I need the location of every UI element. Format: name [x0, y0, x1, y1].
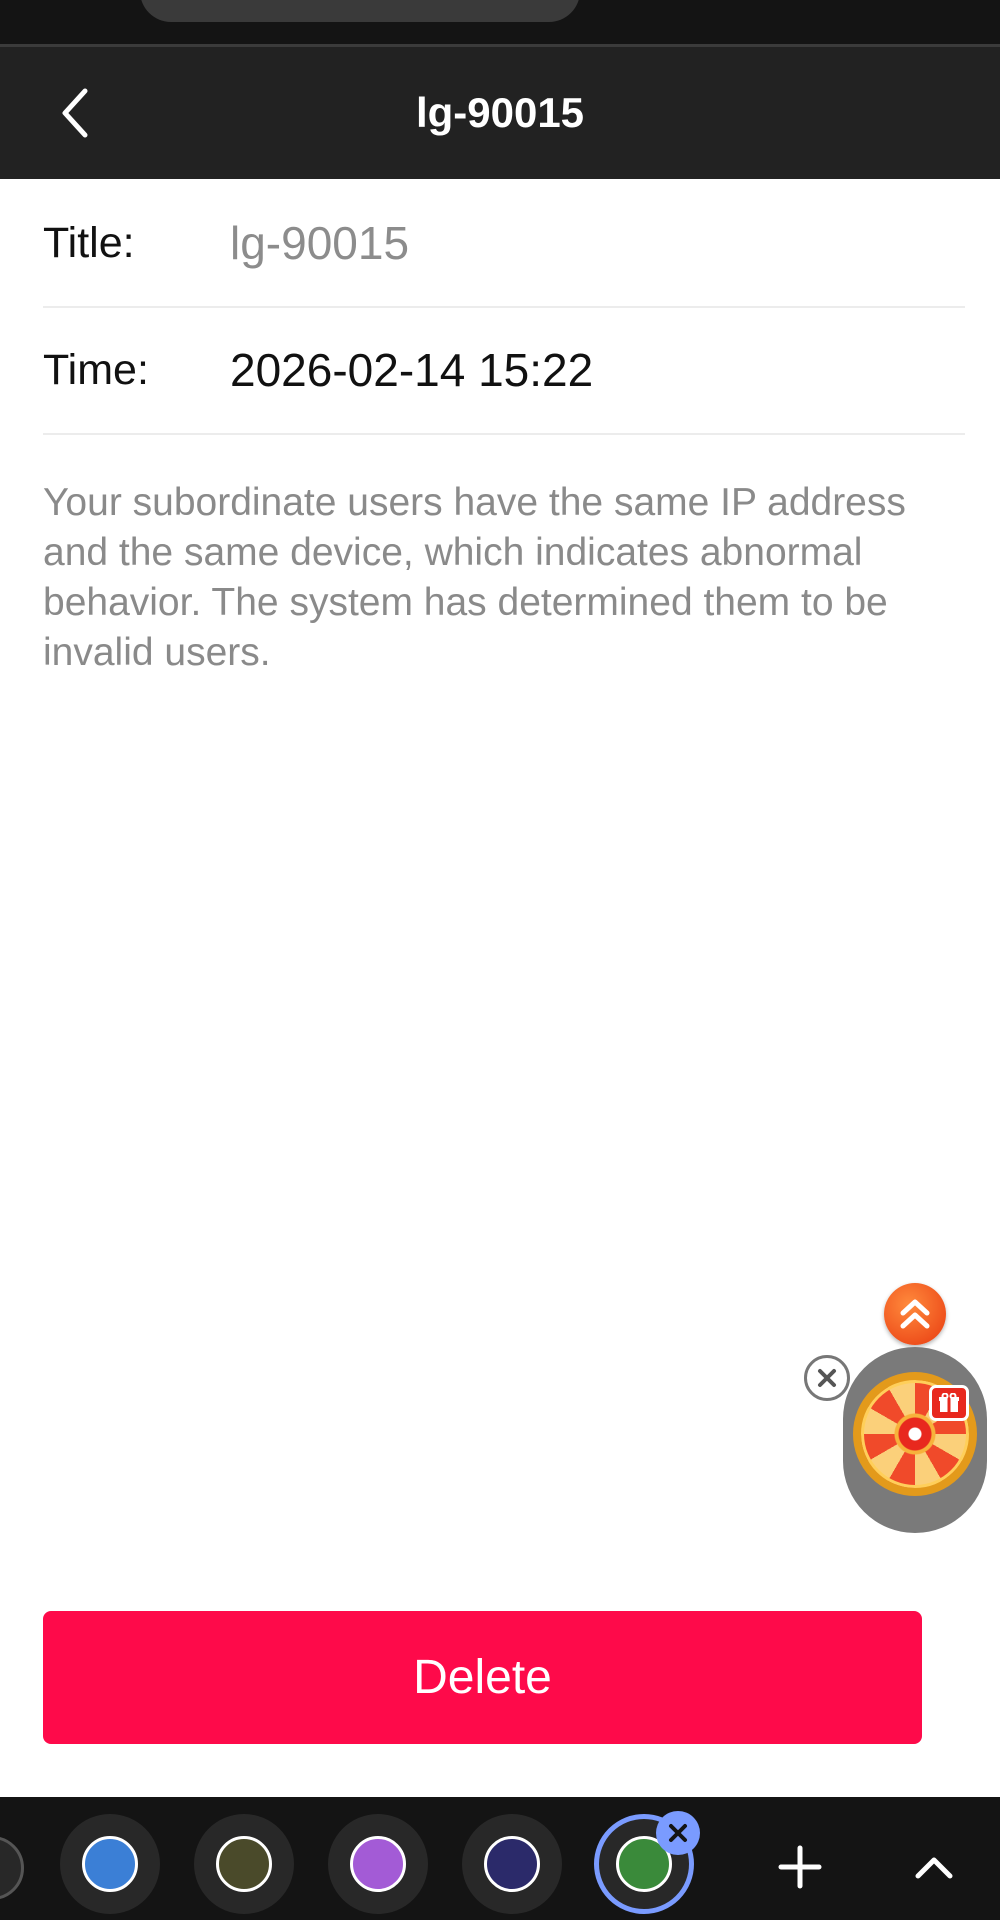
close-icon	[669, 1824, 687, 1842]
close-icon	[818, 1369, 836, 1387]
gift-icon	[929, 1385, 969, 1421]
status-bar	[0, 0, 1000, 46]
page-title: lg-90015	[415, 89, 585, 136]
add-app-button[interactable]	[760, 1832, 840, 1902]
app-1-icon	[82, 1836, 138, 1892]
app-shortcut-4[interactable]	[462, 1814, 562, 1914]
title-value: lg-90015	[230, 217, 410, 269]
delete-button[interactable]: Delete	[43, 1611, 922, 1744]
app-4-icon	[484, 1836, 540, 1892]
double-chevron-up-icon	[900, 1299, 930, 1329]
scroll-up-button[interactable]	[884, 1283, 946, 1345]
widget-close-button[interactable]	[804, 1355, 850, 1401]
time-label: Time:	[43, 346, 149, 394]
prize-wheel-button[interactable]	[843, 1347, 987, 1533]
title-label: Title:	[43, 219, 135, 267]
status-pill	[140, 0, 580, 22]
plus-icon	[778, 1845, 822, 1889]
app-2-icon	[216, 1836, 272, 1892]
back-button[interactable]	[40, 77, 110, 149]
app-3-icon	[350, 1836, 406, 1892]
title-row: Title: lg-90015	[43, 180, 965, 308]
time-value: 2026-02-14 15:22	[230, 344, 594, 396]
message-body: Your subordinate users have the same IP …	[43, 481, 906, 674]
expand-bar-button[interactable]	[894, 1832, 974, 1902]
chevron-up-icon	[915, 1857, 953, 1879]
chevron-left-icon	[62, 88, 88, 138]
app-shortcut-1[interactable]	[60, 1814, 160, 1914]
app-shortcut-2[interactable]	[194, 1814, 294, 1914]
time-row: Time: 2026-02-14 15:22	[43, 307, 965, 435]
header: lg-90015	[0, 47, 1000, 179]
close-app-button[interactable]	[656, 1811, 700, 1855]
app-shortcut-3[interactable]	[328, 1814, 428, 1914]
